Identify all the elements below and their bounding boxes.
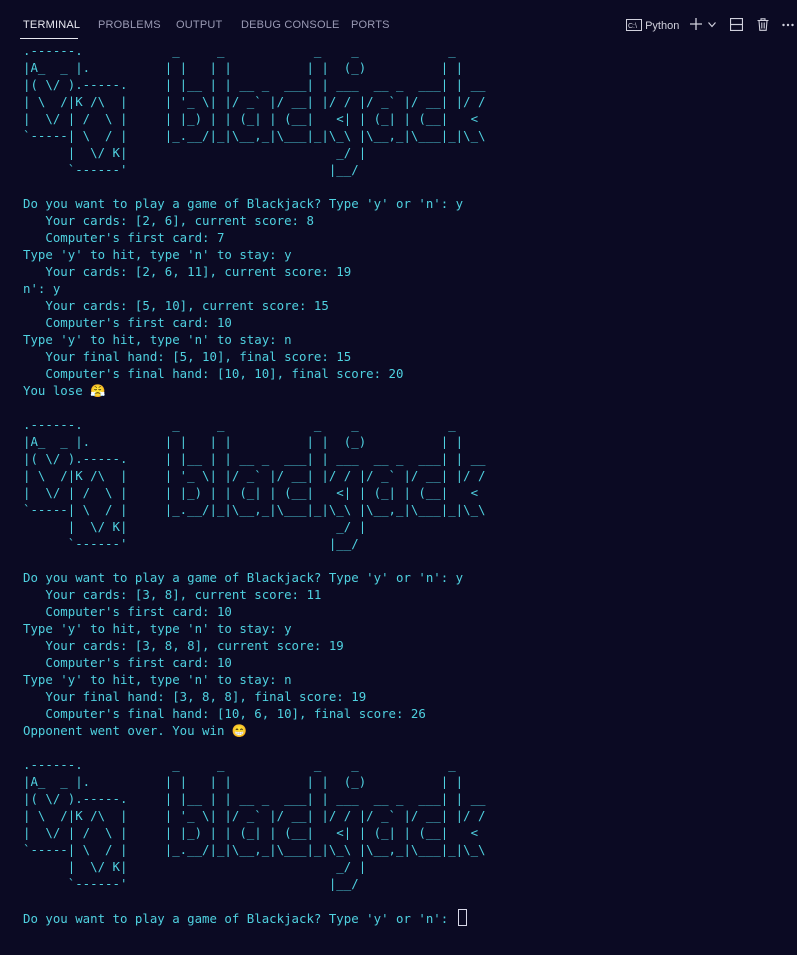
game-round-1: Do you want to play a game of Blackjack?… (23, 195, 788, 399)
ascii-logo: .------. _ _ _ _ _ |A_ _ |. | | | | | | … (23, 416, 788, 552)
ascii-logo-line: `------' |__/ (23, 536, 359, 551)
output-line: Computer's first card: 10 (23, 655, 232, 670)
tab-debug-console[interactable]: DEBUG CONSOLE (241, 19, 340, 31)
split-terminal-button[interactable] (729, 16, 744, 36)
output-line: Type 'y' to hit, type 'n' to stay: y (23, 621, 292, 636)
output-line: Computer's final hand: [10, 6, 10], fina… (23, 706, 426, 721)
ascii-logo-line: `-----| \ / | |_.__/|_|\__,_|\___|_|\_\ … (23, 128, 486, 143)
ascii-logo-line: |A_ _ |. | | | | | | (_) | | (23, 434, 464, 449)
output-line: Type 'y' to hit, type 'n' to stay: n (23, 332, 292, 347)
ascii-logo-line: `------' |__/ (23, 162, 359, 177)
terminal-cursor (457, 909, 467, 926)
split-icon (729, 17, 744, 32)
terminal-output[interactable]: .------. _ _ _ _ _ |A_ _ |. | | | | | | … (23, 42, 788, 926)
output-line: Computer's first card: 10 (23, 315, 232, 330)
svg-text:C:\: C:\ (628, 23, 637, 30)
output-line: Your cards: [3, 8], current score: 11 (23, 587, 322, 602)
output-line: Type 'y' to hit, type 'n' to stay: n (23, 672, 292, 687)
output-line: Your final hand: [3, 8, 8], final score:… (23, 689, 367, 704)
ascii-logo: .------. _ _ _ _ _ |A_ _ |. | | | | | | … (23, 756, 788, 892)
terminal-shell-icon: C:\ (626, 19, 642, 31)
more-icon (782, 23, 794, 27)
ascii-logo-line: |( \/ ).-----. | |__ | | __ _ ___| | ___… (23, 77, 486, 92)
output-line: Do you want to play a game of Blackjack?… (23, 196, 464, 211)
ascii-logo-line: | \/ K| _/ | (23, 145, 367, 160)
ascii-logo-line: |( \/ ).-----. | |__ | | __ _ ___| | ___… (23, 791, 486, 806)
output-line: Your cards: [5, 10], current score: 15 (23, 298, 329, 313)
output-line: Do you want to play a game of Blackjack?… (23, 570, 464, 585)
terminal-dropdown-button[interactable] (708, 16, 716, 36)
ascii-logo: .------. _ _ _ _ _ |A_ _ |. | | | | | | … (23, 42, 788, 178)
output-line: Your cards: [3, 8, 8], current score: 19 (23, 638, 344, 653)
ascii-logo-line: .------. _ _ _ _ _ (23, 417, 456, 432)
shell-label: Python (645, 20, 680, 32)
terminal-shell-selector[interactable]: C:\ Python (626, 16, 679, 36)
ascii-logo-line: | \ /|K /\ | | '_ \| |/ _` |/ __| |/ / |… (23, 808, 486, 823)
more-actions-button[interactable] (782, 16, 794, 36)
ascii-logo-line: .------. _ _ _ _ _ (23, 43, 456, 58)
ascii-logo-line: | \/ | / \ | | |_) | | (_| | (__| <| | (… (23, 825, 479, 840)
tab-ports[interactable]: PORTS (351, 19, 390, 31)
ascii-logo-line: |A_ _ |. | | | | | | (_) | | (23, 60, 464, 75)
game-round-2: Do you want to play a game of Blackjack?… (23, 569, 788, 739)
output-line: Your cards: [2, 6], current score: 8 (23, 213, 314, 228)
tab-output[interactable]: OUTPUT (176, 19, 222, 31)
output-line: Computer's final hand: [10, 10], final s… (23, 366, 404, 381)
plus-icon (690, 18, 702, 30)
output-line: Type 'y' to hit, type 'n' to stay: y (23, 247, 292, 262)
ascii-logo-line: | \ /|K /\ | | '_ \| |/ _` |/ __| |/ / |… (23, 468, 486, 483)
input-prompt-line[interactable]: Do you want to play a game of Blackjack?… (23, 909, 788, 926)
ascii-logo-line: | \ /|K /\ | | '_ \| |/ _` |/ __| |/ / |… (23, 94, 486, 109)
output-line: Your cards: [2, 6, 11], current score: 1… (23, 264, 352, 279)
tab-terminal[interactable]: TERMINAL (23, 19, 80, 31)
chevron-down-icon (708, 22, 716, 28)
ascii-logo-line: `------' |__/ (23, 876, 359, 891)
new-terminal-button[interactable] (690, 16, 702, 36)
ascii-logo-line: |A_ _ |. | | | | | | (_) | | (23, 774, 464, 789)
result-line: Opponent went over. You win 😁 (23, 723, 248, 738)
result-line: You lose 😤 (23, 383, 106, 398)
tab-problems[interactable]: PROBLEMS (98, 19, 161, 31)
ascii-logo-line: `-----| \ / | |_.__/|_|\__,_|\___|_|\_\ … (23, 842, 486, 857)
output-line: Computer's first card: 7 (23, 230, 225, 245)
ascii-logo-line: |( \/ ).-----. | |__ | | __ _ ___| | ___… (23, 451, 486, 466)
kill-terminal-button[interactable] (757, 16, 769, 36)
ascii-logo-line: | \/ | / \ | | |_) | | (_| | (__| <| | (… (23, 111, 479, 126)
active-tab-indicator (20, 38, 78, 39)
output-line: Your final hand: [5, 10], final score: 1… (23, 349, 352, 364)
ascii-logo-line: | \/ | / \ | | |_) | | (_| | (__| <| | (… (23, 485, 479, 500)
ascii-logo-line: | \/ K| _/ | (23, 859, 367, 874)
terminal-toolbar: C:\ Python (620, 16, 795, 36)
output-line: Computer's first card: 10 (23, 604, 232, 619)
panel-tab-bar: TERMINAL PROBLEMS OUTPUT DEBUG CONSOLE P… (0, 0, 797, 42)
prompt-text: Do you want to play a game of Blackjack?… (23, 911, 456, 926)
ascii-logo-line: | \/ K| _/ | (23, 519, 367, 534)
ascii-logo-line: .------. _ _ _ _ _ (23, 757, 456, 772)
output-line: n': y (23, 281, 61, 296)
ascii-logo-line: `-----| \ / | |_.__/|_|\__,_|\___|_|\_\ … (23, 502, 486, 517)
trash-icon (757, 18, 769, 31)
